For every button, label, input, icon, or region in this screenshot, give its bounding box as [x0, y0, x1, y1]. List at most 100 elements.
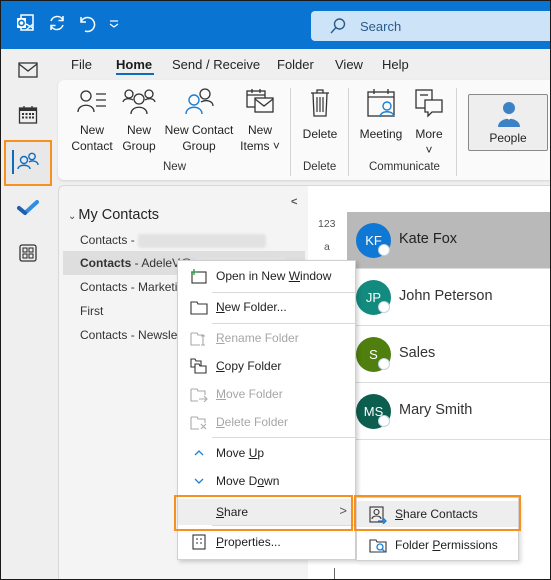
rail-mail-button[interactable]: [4, 51, 52, 93]
calendar-icon: [18, 105, 38, 130]
ribbon-separator: [290, 88, 291, 176]
ribbon: New Contact New Group New Contact Group …: [58, 80, 550, 180]
share-contacts-icon: [369, 506, 387, 525]
outlook-app-icon[interactable]: [15, 13, 37, 35]
rail-apps-button[interactable]: [4, 234, 52, 276]
menu-item-properties[interactable]: Properties...: [178, 529, 355, 555]
menu-item-move-down[interactable]: Move Down: [178, 468, 355, 494]
presence-icon: [378, 244, 390, 256]
rail-people-button[interactable]: [4, 140, 52, 186]
redacted-text: [138, 233, 267, 248]
chevron-down-icon: [190, 473, 208, 489]
my-contacts-header[interactable]: ⌄ My Contacts: [68, 207, 159, 223]
contact-row[interactable]: KF Kate Fox: [347, 212, 550, 269]
tab-file[interactable]: File: [71, 57, 92, 72]
presence-icon: [378, 358, 390, 370]
search-input[interactable]: Search: [311, 11, 550, 41]
tab-home[interactable]: Home: [116, 57, 152, 72]
text-cursor: [334, 568, 335, 579]
menu-item-folder-permissions[interactable]: Folder Permissions: [357, 532, 518, 558]
people-icon: [17, 152, 39, 175]
open-new-window-icon: [190, 268, 208, 284]
rename-folder-icon: [190, 330, 208, 346]
contact-name: Mary Smith: [399, 402, 473, 418]
navigation-rail: [1, 49, 58, 579]
menu-item-share-contacts[interactable]: Share Contacts: [357, 501, 518, 527]
search-icon: [329, 17, 347, 40]
menu-item-delete-folder[interactable]: Delete Folder: [178, 409, 355, 435]
index-letter[interactable]: 123: [318, 218, 336, 230]
index-letter[interactable]: a: [324, 241, 330, 253]
tab-send-receive[interactable]: Send / Receive: [172, 57, 260, 72]
search-placeholder: Search: [360, 19, 402, 34]
new-contact-icon: [69, 88, 115, 118]
menu-item-move-up[interactable]: Move Up: [178, 440, 355, 466]
menu-item-rename-folder[interactable]: Rename Folder: [178, 325, 355, 351]
meeting-button[interactable]: Meeting: [355, 88, 407, 142]
contact-name: John Peterson: [399, 288, 493, 304]
new-contact-group-icon: [162, 88, 236, 118]
more-communicate-icon: [410, 88, 448, 122]
ribbon-separator: [348, 88, 349, 176]
tab-help[interactable]: Help: [382, 57, 409, 72]
chevron-right-icon: >: [339, 503, 347, 518]
menu-item-move-folder[interactable]: Move Folder: [178, 381, 355, 407]
menu-separator: [212, 292, 355, 293]
share-submenu: Share Contacts Folder Permissions: [356, 497, 519, 561]
meeting-icon: [355, 88, 407, 122]
active-indicator: [12, 150, 14, 174]
chevron-up-icon: [190, 445, 208, 461]
sync-icon[interactable]: [47, 13, 69, 35]
tab-folder[interactable]: Folder: [277, 57, 314, 72]
new-items-button[interactable]: New Items ˅: [238, 88, 282, 154]
contact-row[interactable]: S Sales: [347, 326, 550, 383]
group-label-communicate: Communicate: [369, 161, 440, 173]
properties-icon: [190, 534, 208, 550]
rail-todo-button[interactable]: [4, 189, 52, 231]
menu-item-new-folder[interactable]: New Folder...: [178, 294, 355, 320]
folder-context-menu: Open in New Window New Folder... Rename …: [177, 260, 356, 560]
copy-folder-icon: [190, 358, 208, 374]
presence-icon: [378, 301, 390, 313]
contact-row[interactable]: MS Mary Smith: [347, 383, 550, 440]
folder-item[interactable]: Contacts - Marketing: [80, 280, 191, 294]
new-items-icon: [238, 88, 282, 118]
chevron-down-icon: ⌄: [68, 211, 77, 222]
menu-item-share[interactable]: Share >: [178, 499, 355, 525]
active-tab-underline: [116, 73, 154, 75]
new-group-icon: [118, 88, 160, 118]
folder-permissions-icon: [369, 537, 387, 553]
delete-folder-icon: [190, 414, 208, 430]
new-contact-group-button[interactable]: New Contact Group: [162, 88, 236, 154]
delete-trash-icon: [298, 88, 342, 122]
customize-quick-access-icon[interactable]: [107, 13, 129, 35]
contact-name: Kate Fox: [399, 231, 458, 247]
people-button[interactable]: People: [468, 94, 548, 151]
menu-item-open-in-new-window[interactable]: Open in New Window: [178, 263, 355, 289]
apps-grid-icon: [19, 243, 37, 267]
menu-tabs: File Home Send / Receive Folder View Hel…: [58, 49, 550, 79]
folder-item[interactable]: First: [80, 304, 103, 318]
tab-view[interactable]: View: [335, 57, 363, 72]
undo-icon[interactable]: [77, 13, 99, 35]
group-label-delete: Delete: [303, 161, 337, 173]
more-communicate-button[interactable]: More ˅: [410, 88, 448, 158]
new-group-button[interactable]: New Group: [118, 88, 160, 154]
menu-separator: [212, 525, 355, 526]
presence-icon: [378, 415, 390, 427]
todo-checkmark-icon: [17, 199, 39, 221]
contact-name: Sales: [399, 345, 436, 361]
rail-calendar-button[interactable]: [4, 96, 52, 138]
contact-row[interactable]: JP John Peterson: [347, 269, 550, 326]
menu-separator: [212, 437, 355, 438]
menu-item-copy-folder[interactable]: Copy Folder: [178, 353, 355, 379]
people-person-icon: [498, 101, 520, 132]
collapse-pane-button[interactable]: <: [291, 196, 297, 208]
new-contact-button[interactable]: New Contact: [69, 88, 115, 154]
outlook-window: Search File Home Send / Receive Folder V…: [0, 0, 551, 580]
folder-item[interactable]: Contacts -: [80, 233, 267, 248]
group-label-new: New: [163, 161, 187, 173]
title-bar: Search: [1, 1, 550, 49]
new-folder-icon: [190, 299, 208, 315]
delete-button[interactable]: Delete: [298, 88, 342, 142]
